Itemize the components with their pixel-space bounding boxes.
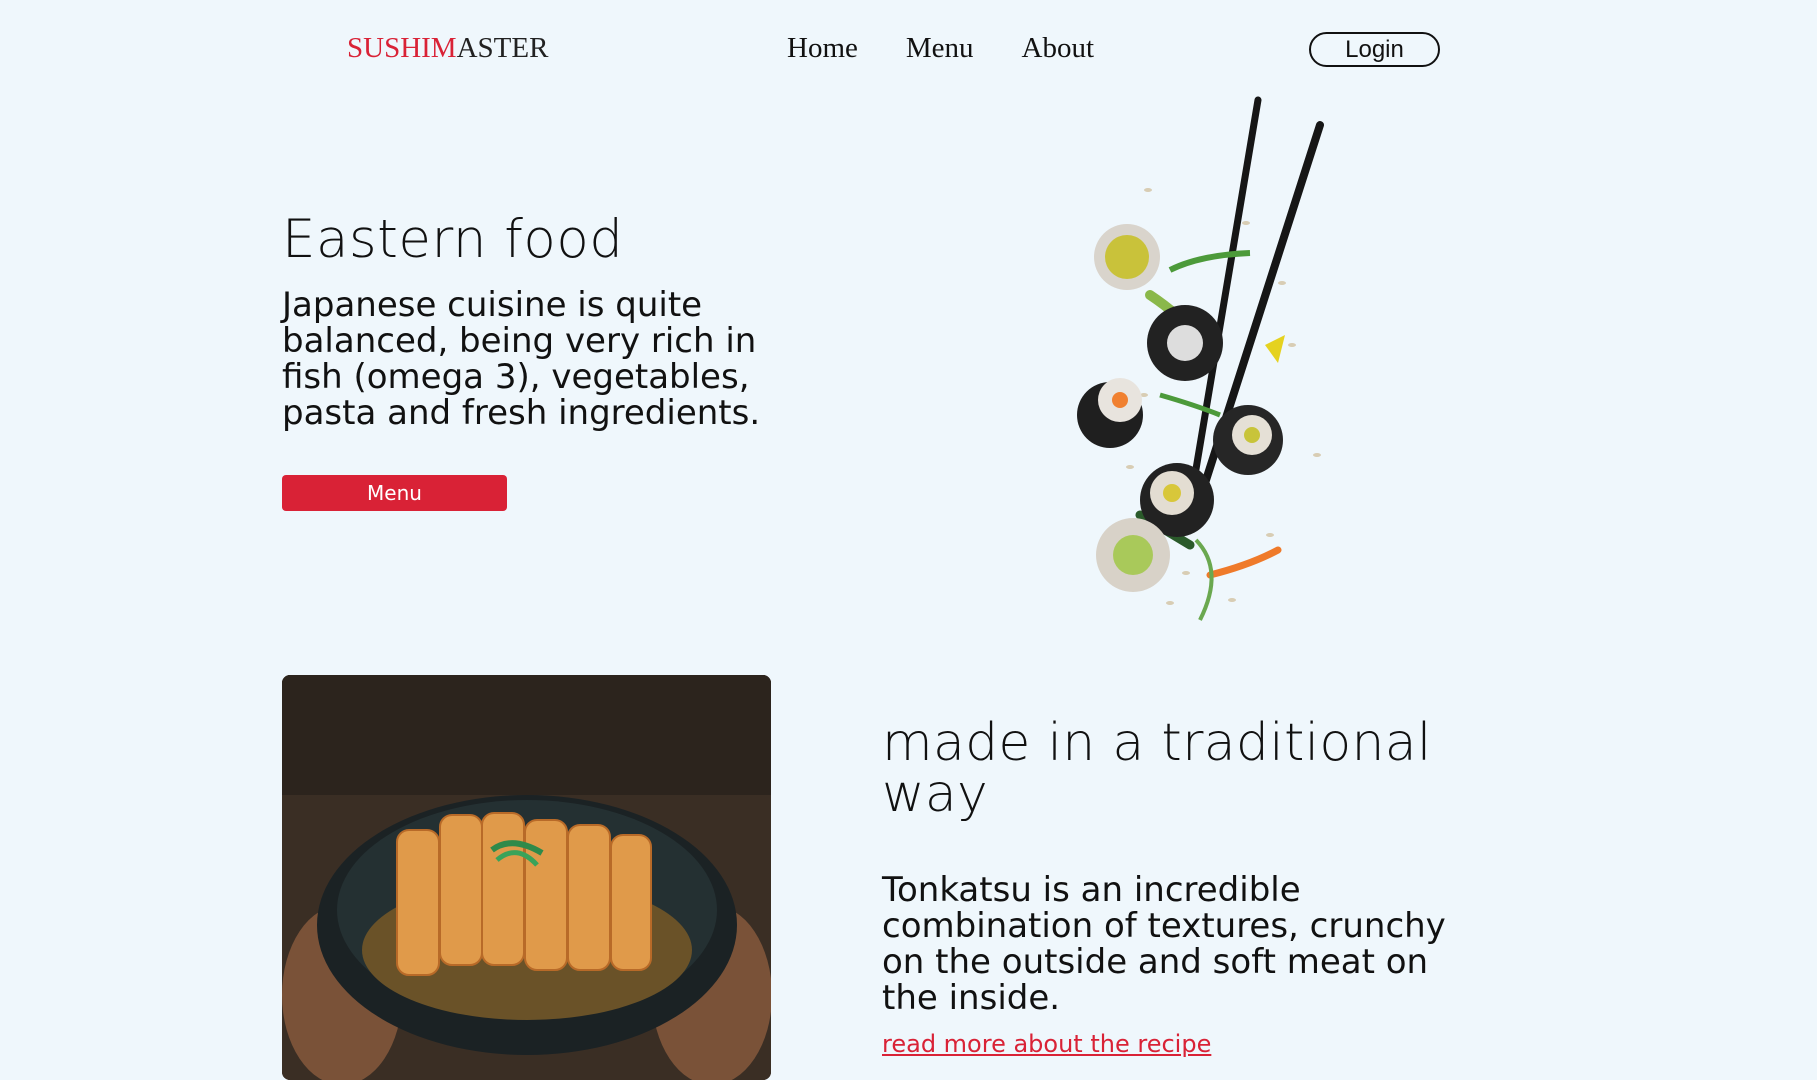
nav-menu-link[interactable]: Menu (906, 32, 974, 65)
menu-button[interactable]: Menu (282, 475, 507, 511)
hero-description: Japanese cuisine is quite balanced, bein… (282, 285, 761, 433)
logo-accent: SUSHIM (347, 32, 457, 64)
sushi-chopsticks-image (1077, 96, 1324, 621)
hero-title: Eastern food (282, 209, 624, 270)
logo-rest: ASTER (456, 32, 549, 64)
nav-about-link[interactable]: About (1022, 32, 1095, 65)
nav-home-link[interactable]: Home (787, 32, 858, 65)
read-more-link[interactable]: read more about the recipe (882, 1030, 1211, 1058)
section-description: Tonkatsu is an incredible combination of… (882, 870, 1446, 1018)
landing-page: SUSHIMASTER Home Menu About Login Easter… (0, 0, 1817, 1080)
section-title: made in a traditional way (882, 713, 1432, 824)
tonkatsu-photo (282, 675, 771, 1080)
logo[interactable]: SUSHIMASTER (347, 32, 548, 65)
main-nav: Home Menu About (787, 32, 1094, 65)
tonkatsu-bowl-image (282, 675, 771, 1080)
login-button[interactable]: Login (1309, 32, 1440, 67)
